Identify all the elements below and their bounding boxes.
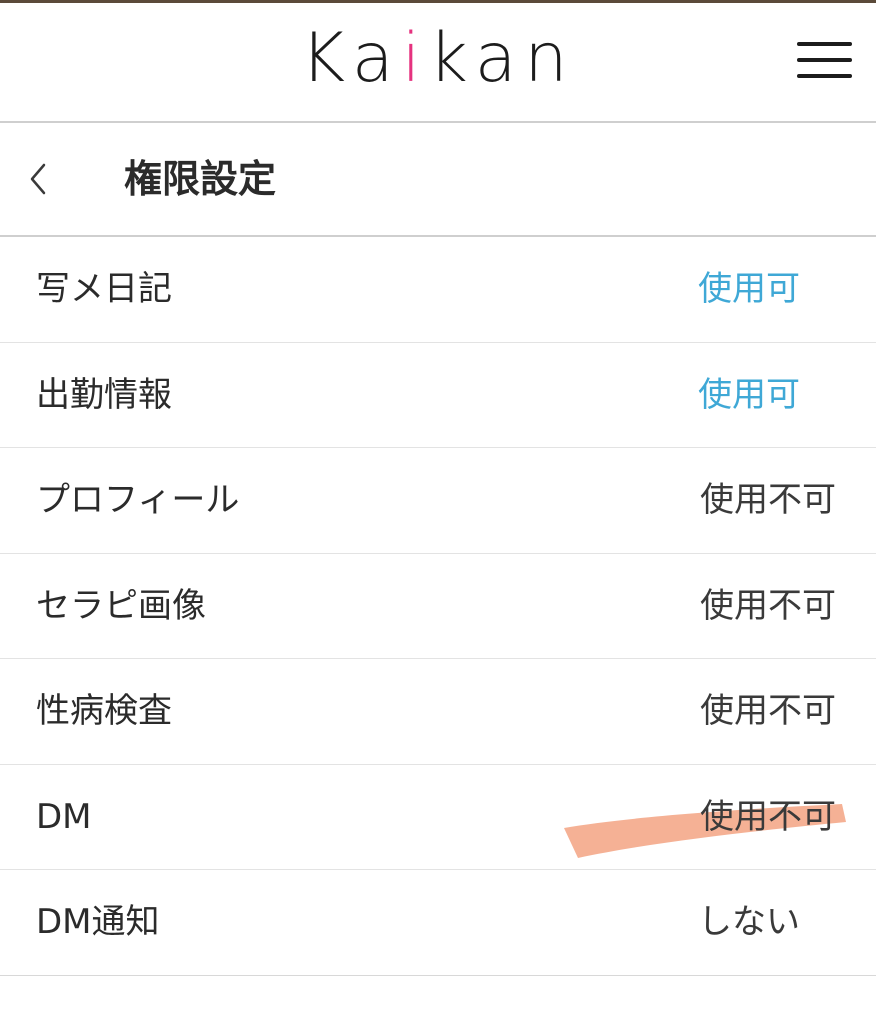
logo-accent-letter: i [401,19,429,98]
kaikan-logo[interactable]: Kaikan [0,15,876,103]
permission-row-photo-diary[interactable]: 写メ日記 使用可 [0,237,876,343]
menu-line [797,74,852,78]
permission-status: しない [698,902,800,942]
app-header: Kaikan [0,3,876,123]
permission-status: 使用不可 [700,585,836,626]
permission-status: 使用不可 [700,691,836,731]
permission-status: 使用不可 [700,480,836,520]
page-header: 権限設定 [0,123,876,237]
logo-suffix: kan [428,19,576,98]
menu-line [797,58,852,62]
permission-status: 使用可 [698,374,800,415]
permission-label: DM [36,796,92,837]
permission-label: 写メ日記 [36,269,172,309]
permission-row-dm[interactable]: DM 使用不可 [0,765,876,870]
permission-label: プロフィール [36,480,240,520]
permission-row-therapist-images[interactable]: セラピ画像 使用不可 [0,554,876,659]
permission-label: 性病検査 [36,691,172,731]
permission-status: 使用不可 [700,796,836,837]
logo-prefix: Ka [300,19,402,98]
permission-label: 出勤情報 [36,374,172,415]
permission-status: 使用可 [698,269,800,309]
hamburger-menu-icon[interactable] [795,40,855,80]
permission-row-dm-notification[interactable]: DM通知 しない [0,870,876,976]
menu-line [797,42,852,46]
permission-row-profile[interactable]: プロフィール 使用不可 [0,448,876,554]
permission-label: DM通知 [36,902,160,942]
chevron-left-icon[interactable] [24,159,64,199]
permission-row-std-test[interactable]: 性病検査 使用不可 [0,659,876,765]
permission-label: セラピ画像 [36,585,206,626]
permission-list: 写メ日記 使用可 出勤情報 使用可 プロフィール 使用不可 セラピ画像 使用不可… [0,237,876,976]
page-title: 権限設定 [124,157,277,201]
permission-row-attendance[interactable]: 出勤情報 使用可 [0,343,876,448]
